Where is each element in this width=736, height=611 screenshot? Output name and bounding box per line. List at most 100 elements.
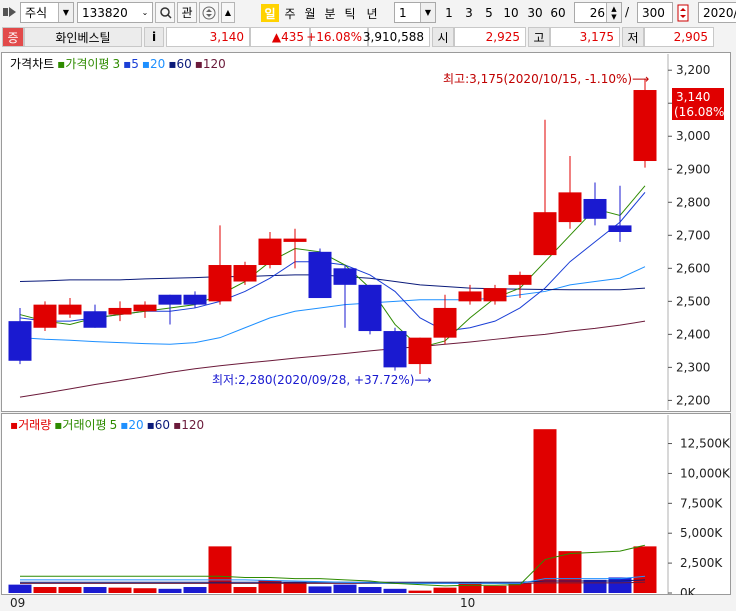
market-select[interactable]: 주식 ▼ xyxy=(20,2,74,23)
high-label: 고 xyxy=(528,27,550,47)
tab-month[interactable]: 월 xyxy=(301,4,319,22)
y-tick-label: 3,000 xyxy=(676,129,710,143)
interval-1[interactable]: 1 xyxy=(440,4,458,22)
spinner-icon[interactable]: ▲ ▼ xyxy=(606,3,621,22)
total-input[interactable]: 300 xyxy=(637,2,673,23)
candle-body xyxy=(133,304,157,312)
candle-body xyxy=(408,337,432,365)
menu-icon[interactable] xyxy=(2,5,18,19)
y-tick-label: 2,300 xyxy=(676,360,710,374)
interval-10[interactable]: 10 xyxy=(500,4,522,22)
vol-y-tick-label: 12,500K xyxy=(680,437,731,451)
candle-body xyxy=(33,304,57,328)
volume-bar xyxy=(583,579,607,593)
code-input[interactable]: 133820 ⌄ xyxy=(77,2,153,23)
candle-body xyxy=(283,238,307,242)
volume-bar xyxy=(608,577,632,593)
code-value: 133820 xyxy=(82,5,128,20)
current-price: 3,140 xyxy=(166,27,250,47)
chevron-down-icon[interactable]: ▼ xyxy=(58,3,73,22)
tab-label: 일 xyxy=(264,6,276,21)
y-tick-label: 2,800 xyxy=(676,195,710,209)
candle-body xyxy=(358,284,382,332)
chevron-down-icon[interactable]: ▼ xyxy=(420,3,435,22)
market-badge: 증 xyxy=(2,27,24,47)
stock-name: 화인베스틸 xyxy=(24,27,142,47)
tab-minute[interactable]: 분 xyxy=(321,4,339,22)
change-value: ▲435 xyxy=(271,30,304,44)
candle-body xyxy=(308,251,332,299)
open-value: 2,925 xyxy=(485,30,520,44)
volume-bar xyxy=(158,588,182,593)
high-label-text: 고 xyxy=(533,30,545,45)
volume-bar xyxy=(333,584,357,593)
volume-bar xyxy=(133,588,157,593)
volume-bar xyxy=(8,584,32,593)
vol-y-tick-label: 7,500K xyxy=(680,496,723,510)
watch-label: 관 xyxy=(181,6,193,20)
low-value: 2,905 xyxy=(673,30,708,44)
interval-label: 3 xyxy=(465,6,473,20)
stepper-button[interactable]: ▲ xyxy=(221,2,235,23)
y-tick-label: 2,400 xyxy=(676,327,710,341)
interval-label: 30 xyxy=(527,6,543,20)
volume-bar xyxy=(633,546,657,593)
candle-body xyxy=(633,90,657,162)
tab-day[interactable]: 일 xyxy=(261,4,279,22)
candle-body xyxy=(208,265,232,302)
volume-value: 3,910,588 xyxy=(363,27,430,47)
low-price: 2,905 xyxy=(644,27,714,47)
interval-label: 1 xyxy=(445,6,453,20)
stock-name-label: 화인베스틸 xyxy=(55,30,111,45)
change-pct-value: +16.08% xyxy=(306,30,362,44)
vol-y-tick-label: 2,500K xyxy=(680,556,723,570)
search-button[interactable] xyxy=(155,2,175,23)
open-label: 시 xyxy=(432,27,454,47)
high-value: 3,175 xyxy=(579,30,614,44)
watch-button[interactable]: 관 xyxy=(177,2,197,23)
low-label: 저 xyxy=(622,27,644,47)
candle-body xyxy=(383,331,407,368)
slash-label: / xyxy=(625,5,630,19)
tab-week[interactable]: 주 xyxy=(281,4,299,22)
tab-year[interactable]: 년 xyxy=(361,4,383,22)
candle-body xyxy=(533,212,557,256)
price-value: 3,140 xyxy=(209,30,244,44)
ma3-line xyxy=(19,185,646,349)
refresh-icon[interactable] xyxy=(676,3,690,23)
date-input[interactable]: 2020/ xyxy=(698,2,736,23)
count-input[interactable]: 26 ▲ ▼ xyxy=(574,2,622,23)
tab-tick[interactable]: 틱 xyxy=(341,4,359,22)
badge-label: 증 xyxy=(7,30,19,45)
scroll-button[interactable] xyxy=(199,2,219,23)
interval-60[interactable]: 60 xyxy=(547,4,569,22)
scroll-icon xyxy=(202,6,216,19)
low-label-text: 저 xyxy=(627,30,639,45)
tab-label: 틱 xyxy=(344,6,356,21)
interval-label: 60 xyxy=(550,6,566,20)
tab-label: 주 xyxy=(284,6,296,21)
volume-bar xyxy=(58,587,82,593)
tab-label: 분 xyxy=(324,6,336,21)
volume-bar xyxy=(83,587,107,593)
interval-3[interactable]: 3 xyxy=(460,4,478,22)
info-button[interactable]: i xyxy=(144,27,164,47)
candle-body xyxy=(458,291,482,302)
interval-30[interactable]: 30 xyxy=(524,4,546,22)
candle-body xyxy=(233,265,257,282)
candle-body xyxy=(433,307,457,338)
volume-bar xyxy=(208,546,232,593)
candle-body xyxy=(8,321,32,361)
candle-body xyxy=(483,288,507,302)
candle-body xyxy=(583,198,607,219)
interval-5[interactable]: 5 xyxy=(480,4,498,22)
volume-bar xyxy=(33,587,57,593)
chevron-down-icon[interactable]: ⌄ xyxy=(138,3,152,22)
interval-label: 10 xyxy=(503,6,519,20)
vol-y-tick-label: 5,000K xyxy=(680,526,723,540)
high-annotation: 최고:3,175(2020/10/15, -1.10%)⟶ xyxy=(443,72,649,86)
unit-select[interactable]: 1 ▼ xyxy=(394,2,436,23)
candle-body xyxy=(58,304,82,315)
volume-bar xyxy=(483,585,507,593)
y-tick-label: 3,200 xyxy=(676,63,710,77)
